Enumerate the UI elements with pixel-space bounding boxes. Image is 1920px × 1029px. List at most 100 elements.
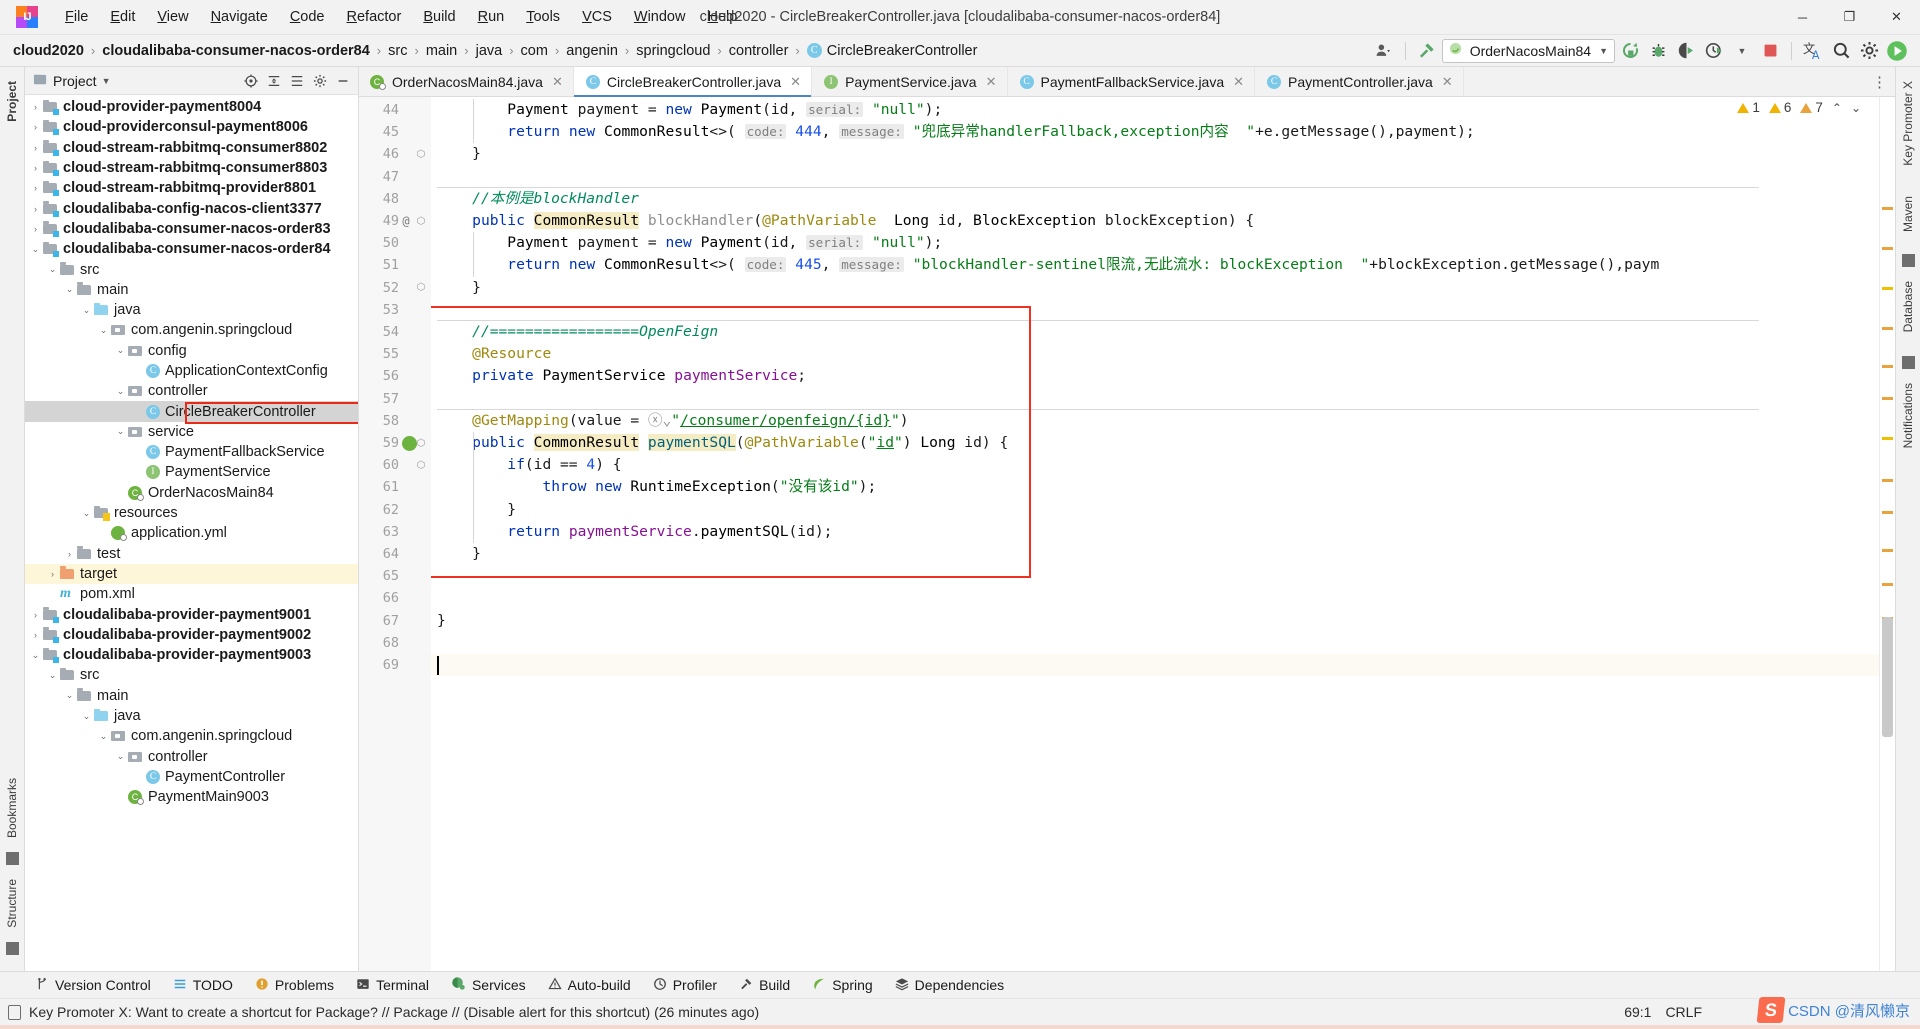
code-line[interactable]: Payment payment = new Payment(id, serial…: [437, 232, 942, 254]
error-stripe-marker[interactable]: [1882, 397, 1893, 400]
breadcrumb-item-circlebreakercontroller[interactable]: C CircleBreakerController: [802, 41, 983, 61]
tree-node-selected[interactable]: C CircleBreakerController: [25, 401, 358, 422]
tool-window-button-problems[interactable]: Problems: [244, 975, 345, 996]
tree-node[interactable]: › cloudalibaba-provider-payment9001: [25, 604, 358, 624]
menu-item-help[interactable]: Help: [696, 5, 748, 29]
gutter-line[interactable]: 55: [359, 343, 431, 365]
sidebar-item-structure[interactable]: Structure: [3, 871, 21, 936]
tree-node[interactable]: › target: [25, 563, 358, 585]
chevron-right-icon[interactable]: ›: [29, 204, 42, 214]
gutter-line[interactable]: 56: [359, 365, 431, 387]
collapse-all-icon[interactable]: [286, 70, 308, 92]
code-content[interactable]: Payment payment = new Payment(id, serial…: [431, 97, 1879, 971]
sidebar-item-bookmarks[interactable]: Bookmarks: [3, 770, 21, 846]
breadcrumb-item-springcloud[interactable]: springcloud: [631, 41, 715, 61]
chevron-down-icon[interactable]: ▼: [1599, 46, 1608, 56]
tool-window-button-dependencies[interactable]: Dependencies: [884, 975, 1016, 996]
code-line[interactable]: }: [437, 499, 516, 521]
close-icon[interactable]: ✕: [790, 74, 801, 90]
close-icon[interactable]: ✕: [986, 74, 997, 90]
editor-tab-ordernacosmain84-java[interactable]: C OrderNacosMain84.java ✕: [359, 67, 574, 96]
close-icon[interactable]: ✕: [552, 74, 563, 90]
tool-window-button-terminal[interactable]: Terminal: [345, 975, 440, 996]
warning-count-1[interactable]: 1: [1737, 100, 1760, 115]
chevron-down-icon[interactable]: ⌄: [114, 386, 127, 397]
tree-node[interactable]: ⌄ src: [25, 259, 358, 279]
error-stripe-marker[interactable]: [1882, 365, 1893, 368]
chevron-down-icon[interactable]: ⌄: [114, 751, 127, 762]
warning-count-3[interactable]: 7: [1800, 100, 1823, 115]
run-with-coverage-icon[interactable]: [1673, 38, 1699, 64]
inspection-widget[interactable]: 1 6 7 ⌃ ⌄: [1737, 100, 1861, 115]
tree-node[interactable]: ⌄ cloudalibaba-consumer-nacos-order84: [25, 239, 358, 259]
error-stripe-marker[interactable]: [1882, 437, 1893, 440]
code-fold-icon[interactable]: ⬡: [413, 216, 429, 227]
annotation-marker-icon[interactable]: @: [399, 214, 413, 228]
breadcrumb[interactable]: cloud2020 › cloudalibaba-consumer-nacos-or…: [8, 41, 982, 61]
chevron-right-icon[interactable]: ›: [29, 183, 42, 193]
hammer-build-icon[interactable]: [1414, 38, 1440, 64]
tool-window-button-build[interactable]: Build: [728, 975, 801, 996]
tool-window-button-spring[interactable]: Spring: [801, 975, 883, 996]
editor-gutter[interactable]: 44 45 46 ⬡ 47 48 49 @ ⬡ 50 51 52 ⬡ 53 54 55 56 57 58 59 ⬡ 60 ⬡…: [359, 97, 431, 971]
close-button[interactable]: ✕: [1873, 0, 1920, 35]
tree-node[interactable]: ⌄ cloudalibaba-provider-payment9003: [25, 645, 358, 665]
gutter-line[interactable]: 45: [359, 121, 431, 143]
menu-item-build[interactable]: Build: [412, 5, 466, 29]
chevron-right-icon[interactable]: ›: [29, 610, 42, 620]
tree-node[interactable]: ⌄ resources: [25, 503, 358, 523]
tree-node[interactable]: ⌄ com.angenin.springcloud: [25, 320, 358, 340]
search-everywhere-icon[interactable]: [1828, 38, 1854, 64]
gutter-line[interactable]: 61: [359, 476, 431, 498]
stop-icon[interactable]: [1757, 38, 1783, 64]
tree-node[interactable]: › cloud-provider-payment8004: [25, 97, 358, 117]
tree-node[interactable]: ⌄ main: [25, 280, 358, 300]
code-fold-icon[interactable]: ⬡: [413, 282, 429, 293]
translate-icon[interactable]: 文A: [1800, 38, 1826, 64]
gutter-line[interactable]: 63: [359, 521, 431, 543]
close-icon[interactable]: ✕: [1442, 74, 1453, 90]
tree-node[interactable]: › cloud-providerconsul-payment8006: [25, 117, 358, 137]
chevron-down-icon[interactable]: ⌄: [114, 345, 127, 356]
tree-node[interactable]: I PaymentService: [25, 462, 358, 482]
chevron-down-icon[interactable]: ⌄: [46, 264, 59, 275]
breadcrumb-item-com[interactable]: com: [516, 41, 553, 61]
chevron-right-icon[interactable]: ›: [29, 630, 42, 640]
code-line[interactable]: //=================OpenFeign: [437, 321, 718, 343]
code-line[interactable]: return paymentService.paymentSQL(id);: [437, 521, 832, 543]
breadcrumb-item-src[interactable]: src: [383, 41, 412, 61]
tree-node[interactable]: ⌄ controller: [25, 381, 358, 401]
code-line[interactable]: return new CommonResult<>( code: 444, me…: [437, 121, 1474, 143]
gutter-line[interactable]: 57: [359, 388, 431, 410]
profile-user-icon[interactable]: [1371, 38, 1397, 64]
chevron-down-icon[interactable]: ▼: [102, 76, 111, 86]
sidebar-item-maven[interactable]: Maven: [1899, 188, 1917, 240]
tree-node[interactable]: › cloudalibaba-config-nacos-client3377: [25, 198, 358, 218]
code-fold-icon[interactable]: ⬡: [413, 149, 429, 160]
chevron-down-icon[interactable]: ⌄: [80, 305, 93, 316]
editor-scrollbar-thumb[interactable]: [1882, 617, 1893, 737]
profiler-run-icon[interactable]: [1701, 38, 1727, 64]
code-line[interactable]: @GetMapping(value = ⓧ⌄"/consumer/openfei…: [437, 410, 908, 432]
tree-node[interactable]: › cloud-stream-rabbitmq-provider8801: [25, 178, 358, 198]
sidebar-item-notifications[interactable]: Notifications: [1899, 375, 1917, 456]
error-stripe-marker[interactable]: [1882, 207, 1893, 210]
menu-item-code[interactable]: Code: [279, 5, 336, 29]
line-separator[interactable]: CRLF: [1665, 1004, 1702, 1020]
tree-node[interactable]: application.yml: [25, 523, 358, 543]
gutter-line[interactable]: 66: [359, 587, 431, 609]
tool-window-button-todo[interactable]: TODO: [162, 975, 244, 996]
gutter-line[interactable]: 51: [359, 254, 431, 276]
chevron-right-icon[interactable]: ›: [29, 102, 42, 112]
tree-node[interactable]: ⌄ java: [25, 706, 358, 726]
code-line[interactable]: Payment payment = new Payment(id, serial…: [437, 99, 942, 121]
breadcrumb-item-main[interactable]: main: [421, 41, 462, 61]
menu-item-refactor[interactable]: Refactor: [336, 5, 413, 29]
code-line[interactable]: }: [437, 610, 446, 632]
tree-node[interactable]: C PaymentController: [25, 767, 358, 787]
chevron-down-icon[interactable]: ⌄: [80, 508, 93, 519]
gutter-line[interactable]: 58: [359, 410, 431, 432]
menu-bar[interactable]: File Edit View Navigate Code Refactor Build Run…: [54, 5, 748, 29]
gutter-line[interactable]: 52 ⬡: [359, 277, 431, 299]
tool-window-button-services[interactable]: Services: [440, 974, 537, 996]
